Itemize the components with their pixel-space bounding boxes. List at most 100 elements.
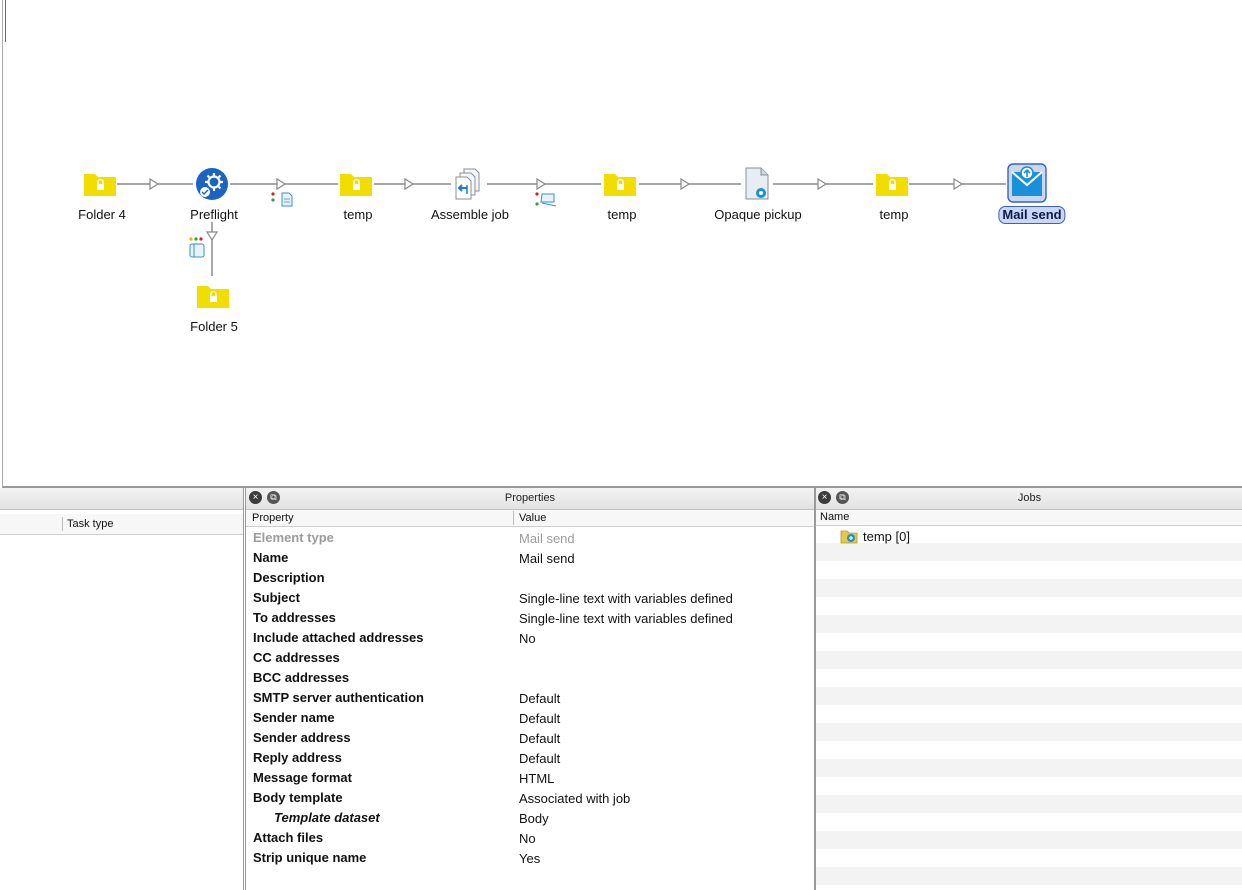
folder4-locked-folder-icon[interactable] [83, 171, 117, 197]
property-value[interactable]: Default [519, 731, 560, 746]
opaque-pickup-icon[interactable] [742, 167, 774, 201]
node-label-folder5[interactable]: Folder 5 [190, 319, 238, 335]
property-value[interactable]: Single-line text with variables defined [519, 611, 733, 626]
node-label-folder4[interactable]: Folder 4 [78, 207, 126, 223]
property-value[interactable]: Mail send [519, 531, 575, 546]
connection-badge-tray-icon [535, 192, 557, 207]
property-value[interactable]: Mail send [519, 551, 575, 566]
column-property[interactable]: Property [252, 512, 294, 524]
property-name: Include attached addresses [253, 630, 424, 645]
property-name: Reply address [253, 750, 342, 765]
job-row-stripe [816, 579, 1242, 597]
property-row[interactable]: Message format HTML [253, 768, 814, 788]
node-label-opaque[interactable]: Opaque pickup [714, 207, 801, 223]
jobs-panel-title: Jobs [1017, 492, 1042, 504]
property-value[interactable]: Yes [519, 851, 540, 866]
connection-badge-data-icon [271, 192, 293, 207]
temp2-locked-folder-icon[interactable] [603, 171, 637, 197]
job-row-stripe [816, 777, 1242, 795]
property-name: Sender name [253, 710, 335, 725]
job-row-stripe [816, 831, 1242, 849]
job-row-stripe [816, 687, 1242, 705]
column-value[interactable]: Value [519, 512, 546, 524]
property-name: Body template [253, 790, 343, 805]
job-row-stripe [816, 561, 1242, 579]
property-row[interactable]: BCC addresses [253, 668, 814, 688]
tasks-panel: Task type [0, 488, 244, 890]
property-value[interactable]: Default [519, 691, 560, 706]
property-value[interactable]: Default [519, 711, 560, 726]
property-value[interactable]: No [519, 631, 536, 646]
property-name: To addresses [253, 610, 336, 625]
job-row-stripe [816, 651, 1242, 669]
property-row[interactable]: To addresses Single-line text with variab… [253, 608, 814, 628]
jobs-panel-header: × ⧉ Jobs [816, 488, 1242, 510]
property-row[interactable]: SMTP server authentication Default [253, 688, 814, 708]
property-name: Subject [253, 590, 300, 605]
column-separator[interactable] [62, 517, 63, 531]
property-row[interactable]: Element type Mail send [253, 528, 814, 548]
properties-column-header: Property Value [246, 510, 814, 527]
property-name: Message format [253, 770, 352, 785]
job-row-stripe [816, 867, 1242, 885]
preflight-gear-icon[interactable] [195, 167, 229, 201]
property-row[interactable]: Description [253, 568, 814, 588]
property-name: Sender address [253, 730, 351, 745]
job-row-stripe [816, 543, 1242, 561]
property-row[interactable]: Name Mail send [253, 548, 814, 568]
temp1-locked-folder-icon[interactable] [339, 171, 373, 197]
property-row[interactable]: Include attached addresses No [253, 628, 814, 648]
property-row[interactable]: CC addresses [253, 648, 814, 668]
property-value[interactable]: HTML [519, 771, 554, 786]
property-name: Name [253, 550, 289, 565]
property-value[interactable]: Single-line text with variables defined [519, 591, 733, 606]
property-name: CC addresses [253, 650, 340, 665]
property-name: BCC addresses [253, 670, 350, 685]
property-name: Strip unique name [253, 850, 367, 865]
property-row[interactable]: Subject Single-line text with variables d… [253, 588, 814, 608]
node-label-temp2[interactable]: temp [608, 207, 637, 223]
job-row-stripe [816, 849, 1242, 867]
tasks-column-task-type[interactable]: Task type [67, 518, 113, 530]
folder5-locked-folder-icon[interactable] [196, 283, 230, 309]
properties-panel: × ⧉ Properties Property Value Element ty… [245, 488, 815, 890]
jobs-panel: × ⧉ Jobs Name temp [0] [815, 488, 1242, 890]
property-name: SMTP server authentication [253, 690, 424, 705]
property-value[interactable]: Default [519, 751, 560, 766]
property-row[interactable]: Reply address Default [253, 748, 814, 768]
property-row[interactable]: Attach files No [253, 828, 814, 848]
property-value[interactable]: Body [519, 811, 549, 826]
list-item[interactable]: temp [0] [863, 529, 910, 544]
job-folder-icon [840, 530, 858, 544]
job-row-stripe [816, 705, 1242, 723]
property-row[interactable]: Sender name Default [253, 708, 814, 728]
tasks-panel-header [0, 488, 243, 510]
flow-canvas[interactable]: Folder 4 Preflight temp Assemble job tem… [2, 0, 1242, 488]
properties-panel-title: Properties [504, 492, 556, 504]
jobs-column-header: Name [816, 510, 1242, 526]
property-row[interactable]: Template dataset Body [253, 808, 814, 828]
property-row[interactable]: Sender address Default [253, 728, 814, 748]
property-value[interactable]: No [519, 831, 536, 846]
property-row[interactable]: Body template Associated with job [253, 788, 814, 808]
job-row-stripe [816, 741, 1242, 759]
column-name[interactable]: Name [820, 511, 849, 523]
property-value[interactable]: Associated with job [519, 791, 630, 806]
job-row-stripe [816, 615, 1242, 633]
node-label-temp1[interactable]: temp [344, 207, 373, 223]
temp3-locked-folder-icon[interactable] [875, 171, 909, 197]
node-label-temp3[interactable]: temp [880, 207, 909, 223]
connection-badge-book-icon [189, 237, 205, 258]
job-row-stripe [816, 597, 1242, 615]
properties-panel-header: × ⧉ Properties [246, 488, 814, 510]
node-label-preflight[interactable]: Preflight [190, 207, 238, 223]
job-row-stripe [816, 633, 1242, 651]
mail-send-icon[interactable] [1007, 163, 1047, 203]
column-separator[interactable] [513, 511, 514, 525]
job-row-stripe [816, 813, 1242, 831]
assemble-job-icon[interactable] [452, 167, 486, 201]
tasks-column-header: Task type [0, 514, 243, 535]
node-label-assemble[interactable]: Assemble job [431, 207, 509, 223]
node-label-mailsend[interactable]: Mail send [998, 206, 1066, 224]
property-row[interactable]: Strip unique name Yes [253, 848, 814, 868]
